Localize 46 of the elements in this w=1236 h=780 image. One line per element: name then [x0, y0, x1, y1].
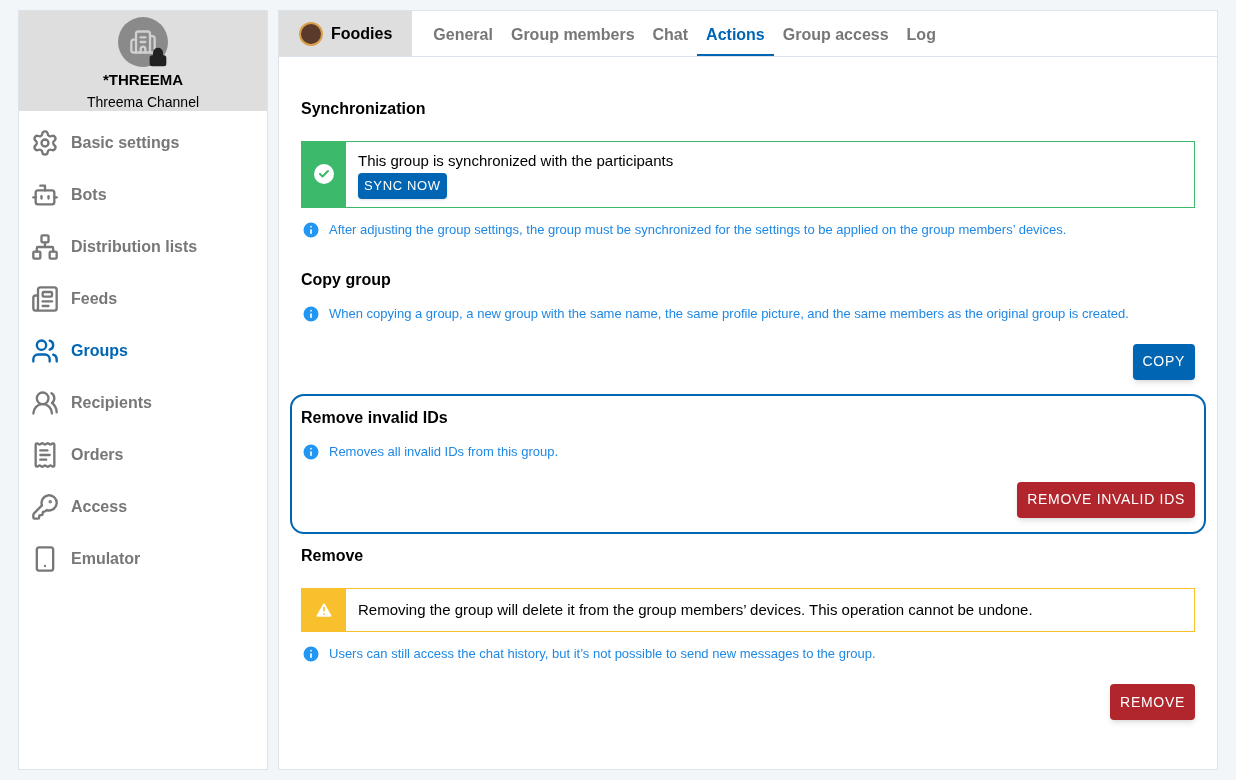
alert-text: Removing the group will delete it from the group members’ devices. This operation cannot be undone.: [358, 599, 1033, 620]
sidebar-item[interactable]: Access: [19, 481, 267, 533]
group-name: Foodies: [331, 23, 393, 44]
info-icon: [301, 644, 321, 664]
hierarchy-icon: [31, 233, 59, 261]
group-avatar: [299, 21, 323, 46]
section-title: Copy group: [301, 269, 392, 290]
section-title: Synchronization: [301, 99, 427, 119]
tab[interactable]: Group access: [773, 11, 898, 56]
info-icon: [301, 303, 321, 324]
sidebar-item[interactable]: Recipients: [19, 377, 267, 429]
tab[interactable]: General: [424, 11, 502, 56]
tab[interactable]: Chat: [643, 11, 698, 56]
avatar-icon: [118, 17, 168, 67]
sidebar-item[interactable]: Basic settings: [19, 117, 267, 169]
info-icon: [301, 441, 321, 462]
sidebar-item[interactable]: Feeds: [19, 273, 267, 325]
tab[interactable]: Log: [897, 11, 945, 56]
section-title: Remove invalid IDs: [301, 407, 449, 428]
alert-text: This group is synchronized with the participants: [358, 151, 674, 171]
sidebar-item[interactable]: Orders: [19, 429, 267, 481]
info-text: Users can still access the chat history, but it’s not possible to send new messages to the group.: [329, 645, 876, 664]
newspaper-icon: [31, 285, 59, 313]
account-name: *THREEMA: [103, 70, 183, 90]
sidebar-item[interactable]: Emulator: [19, 533, 267, 585]
tab[interactable]: Group members: [501, 11, 644, 56]
sync-button[interactable]: SYNC NOW: [358, 172, 447, 199]
action-button[interactable]: COPY: [1132, 343, 1195, 380]
account-subtitle: Threema Channel: [86, 92, 200, 112]
gear-icon: [31, 129, 59, 157]
info-icon: [301, 219, 321, 240]
sidebar-item[interactable]: Groups: [19, 325, 267, 377]
people-icon: [31, 337, 59, 365]
action-button[interactable]: REMOVE INVALID IDS: [1017, 481, 1195, 518]
section-title: Remove: [301, 545, 365, 566]
people-icon: [31, 389, 59, 417]
key-icon: [31, 493, 59, 521]
check-icon: [314, 164, 334, 185]
action-button[interactable]: REMOVE: [1110, 684, 1195, 720]
receipt-icon: [31, 441, 59, 469]
tab[interactable]: Actions: [697, 11, 774, 56]
sidebar-item[interactable]: Distribution lists: [19, 221, 267, 273]
sidebar-item[interactable]: Bots: [19, 169, 267, 221]
info-text: After adjusting the group settings, the group must be synchronized for the settings to be applied on the group members’ devices.: [329, 220, 1067, 239]
info-text: Removes all invalid IDs from this group.: [329, 442, 559, 461]
info-text: When copying a group, a new group with the same name, the same profile picture, and the same members as the original group is created.: [329, 304, 1129, 323]
